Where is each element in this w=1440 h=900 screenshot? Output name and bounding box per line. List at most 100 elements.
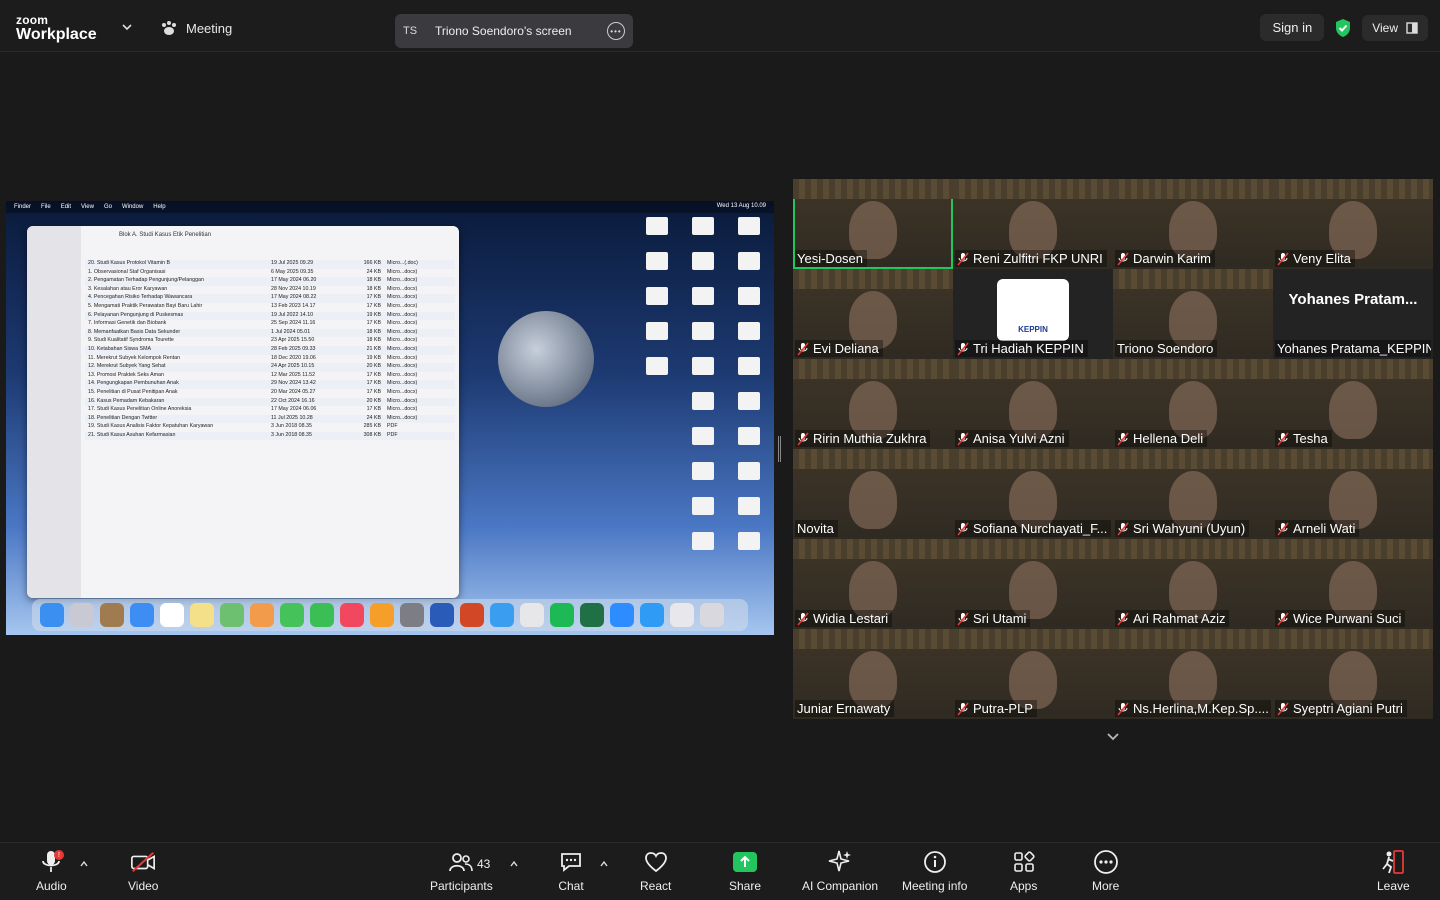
file-row[interactable]: 12. Merekrut Subyek Yang Sehat 24 Apr 202… [85,363,455,372]
file-kind: Micro...docx) [387,294,418,301]
participant-tile[interactable]: Ririn Muthia Zukhra [793,359,953,449]
chevron-down-icon[interactable] [120,20,134,34]
file-row[interactable]: 3. Kesalahan atau Eror Karyawan 28 Nov 20… [85,286,455,295]
react-button[interactable]: React [640,849,671,893]
file-row[interactable]: 18. Penelitian Dengan Twitter 11 Jul 2025… [85,414,455,424]
leave-button[interactable]: Leave [1377,849,1410,893]
file-date: 11 Jul 2025 10.28 [271,414,313,421]
file-row[interactable]: 11. Merekrut Subyek Kelompok Rentan 18 De… [85,355,455,364]
file-size: 24 KB [366,414,381,421]
file-size: 21 KB [366,345,381,352]
participant-tile[interactable]: Sri Utami [953,539,1113,629]
sign-in-button[interactable]: Sign in [1260,14,1325,41]
mac-clock: Wed 13 Aug 10.09 [716,203,766,209]
file-size: 17 KB [366,371,381,378]
tile-background-banner [793,359,953,379]
file-row[interactable]: 9. Studi Kualitatif Syndroma Tourette 23 … [85,337,455,346]
file-row[interactable]: 17. Studi Kasus Penelitian Online Anorek… [85,406,455,415]
file-date: 17 May 2024 06.20 [271,277,317,284]
file-row[interactable]: 4. Pencegahan Risiko Terhadap Wawancara 1… [85,294,455,303]
view-label: View [1372,20,1398,35]
tile-background-banner [1273,449,1433,469]
participant-name: Sri Wahyuni (Uyun) [1133,521,1246,536]
resize-handle[interactable] [778,436,781,462]
participant-nameplate: Ns.Herlina,M.Kep.Sp.... [1115,700,1271,717]
file-row[interactable]: 10. Ketabahan Siswa SMA 28 Feb 2025 09.33… [85,345,455,355]
participant-tile[interactable]: Reni Zulfitri FKP UNRI [953,179,1113,269]
file-row[interactable]: 8. Memanfaatkan Basis Data Sekunder 1 Jul… [85,328,455,338]
muted-mic-icon [1117,251,1129,266]
shield-check-icon[interactable] [1334,18,1352,38]
file-row[interactable]: 19. Studi Kasus Analisis Faktor Kepatuha… [85,423,455,432]
file-name: 14. Pengungkapan Pembunuhan Anak [88,380,179,387]
ai-companion-button[interactable]: AI Companion [802,849,878,893]
participant-tile[interactable]: Wice Purwani Suci [1273,539,1433,629]
participant-tile[interactable]: Anisa Yulvi Azni [953,359,1113,449]
participant-tile[interactable]: Veny Elita [1273,179,1433,269]
file-row[interactable]: 2. Pengamatan Terhadap Pengunjung/Pelang… [85,277,455,286]
file-row[interactable]: 20. Studi Kasus Protokol Vitamin B 19 Jul… [85,260,455,269]
file-row[interactable]: 7. Informasi Genetik dan Biobank 25 Sep 2… [85,320,455,329]
screen-share-indicator[interactable]: TS Triono Soendoro's screen ••• [395,14,633,48]
tile-background-banner [953,629,1113,649]
participant-tile[interactable]: Tesha [1273,359,1433,449]
file-row[interactable]: 15. Penelitian di Pusat Penitipan Anak 20… [85,389,455,398]
meeting-info-button[interactable]: Meeting info [902,849,967,893]
apps-button[interactable]: Apps [1010,849,1037,893]
participant-tile[interactable]: Evi Deliana [793,269,953,359]
file-name: 19. Studi Kasus Analisis Faktor Kepatuha… [88,423,214,430]
finder-file-list[interactable]: 20. Studi Kasus Protokol Vitamin B 19 Jul… [85,260,455,441]
participant-tile[interactable]: Ari Rahmat Aziz [1113,539,1273,629]
file-row[interactable]: 1. Observasional Staf Organisasi 6 May 20… [85,269,455,278]
participant-tile[interactable]: Hellena Deli [1113,359,1273,449]
file-name: 1. Observasional Staf Organisasi [88,268,166,275]
gallery-next-page-icon[interactable] [1104,728,1122,746]
chat-options-caret-icon[interactable] [599,859,609,869]
participant-tile[interactable]: Triono Soendoro [1113,269,1273,359]
participant-tile[interactable]: Yohanes Pratam... Yohanes Pratama_KEPPIN [1273,269,1433,359]
participant-name: Ari Rahmat Aziz [1133,611,1226,626]
file-row[interactable]: 16. Kasus Pemadam Kebakaran 22 Oct 2024 1… [85,397,455,407]
tile-background-banner [1273,629,1433,649]
shared-screen[interactable]: Finder File Edit View Go Window Help Wed… [6,201,774,635]
participant-tile[interactable]: Putra-PLP [953,629,1113,719]
participant-tile[interactable]: Arneli Wati [1273,449,1433,539]
muted-mic-icon [797,341,809,356]
participant-tile[interactable]: Ns.Herlina,M.Kep.Sp.... [1113,629,1273,719]
tile-background-banner [1273,359,1433,379]
participant-tile[interactable]: Syeptri Agiani Putri [1273,629,1433,719]
participant-tile[interactable]: Sri Wahyuni (Uyun) [1113,449,1273,539]
file-row[interactable]: 13. Promosi Praktek Seks Aman 12 Mar 2025… [85,372,455,381]
menubar-item: Go [103,204,112,210]
file-date: 1 Jul 2024 05.01 [271,328,311,335]
file-row[interactable]: 14. Pengungkapan Pembunuhan Anak 29 Nov 2… [85,380,455,389]
participant-tile[interactable]: Juniar Ernawaty [793,629,953,719]
audio-options-caret-icon[interactable] [79,859,89,869]
contacts-dock-icon [100,603,124,627]
file-size: 20 KB [366,397,381,404]
more-options-icon[interactable]: ••• [607,22,625,40]
share-button[interactable]: Share [729,849,761,893]
file-size: 308 KB [363,431,381,438]
participants-button[interactable]: Participants [430,849,493,893]
participants-options-caret-icon[interactable] [509,859,519,869]
meeting-toolbar: Audio ! Video Participants 43 Chat React… [0,842,1440,900]
chat-button[interactable]: Chat [558,849,584,893]
video-button[interactable]: Video [128,849,158,893]
file-row[interactable]: 21. Studi Kasus Asuhan Kefarmasian 3 Jun … [85,431,455,441]
tile-background-banner [953,359,1113,379]
more-button[interactable]: More [1092,849,1119,893]
file-date: 29 Nov 2024 13.42 [271,380,316,387]
participant-tile[interactable]: Yesi-Dosen [793,179,953,269]
file-row[interactable]: 6. Pelayanan Pengunjung di Puskesmas 19 J… [85,311,455,321]
participant-tile[interactable]: Sofiana Nurchayati_F... [953,449,1113,539]
participant-tile[interactable]: KEPPIN Tri Hadiah KEPPIN [953,269,1113,359]
meeting-menu-button[interactable]: Meeting [160,20,232,36]
participant-tile[interactable]: Widia Lestari [793,539,953,629]
participant-tile[interactable]: Darwin Karim [1113,179,1273,269]
view-button[interactable]: View [1362,14,1428,41]
file-row[interactable]: 5. Mengamati Praktik Perawatan Bayi Baru… [85,303,455,312]
finder-window[interactable]: Blok A. Studi Kasus Etik Penelitian 20. … [27,226,459,598]
participant-tile[interactable]: Novita [793,449,953,539]
participant-nameplate: Yesi-Dosen [795,250,868,267]
